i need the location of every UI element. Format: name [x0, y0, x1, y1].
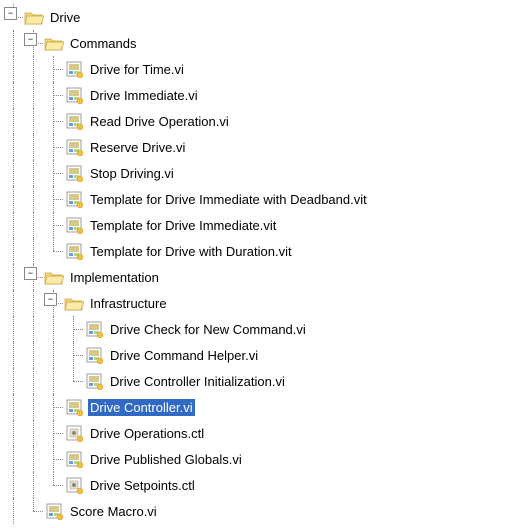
- folder-implementation[interactable]: − Implementation: [4, 264, 519, 290]
- vi-icon: [84, 320, 104, 338]
- vi-icon: [64, 398, 84, 416]
- tree-item[interactable]: Drive Check for New Command.vi: [4, 316, 519, 342]
- vi-icon: [64, 138, 84, 156]
- tree-item[interactable]: Template for Drive Immediate.vit: [4, 212, 519, 238]
- vi-icon: [64, 112, 84, 130]
- expand-toggle[interactable]: −: [4, 7, 17, 20]
- tree-item-label: Drive: [48, 9, 82, 26]
- folder-drive[interactable]: − Drive: [4, 4, 519, 30]
- vi-icon: [44, 502, 64, 520]
- tree-item[interactable]: Drive Setpoints.ctl: [4, 472, 519, 498]
- tree-item-label: Template for Drive Immediate.vit: [88, 217, 278, 234]
- tree-item-label: Reserve Drive.vi: [88, 139, 187, 156]
- tree-item-label: Drive Operations.ctl: [88, 425, 206, 442]
- tree-item-label: Read Drive Operation.vi: [88, 113, 231, 130]
- vi-icon: [84, 372, 104, 390]
- folder-icon: [24, 8, 44, 26]
- tree-item-label: Drive for Time.vi: [88, 61, 186, 78]
- tree-item-label: Drive Setpoints.ctl: [88, 477, 197, 494]
- expand-toggle[interactable]: −: [24, 33, 37, 46]
- folder-icon: [64, 294, 84, 312]
- tree-item[interactable]: Stop Driving.vi: [4, 160, 519, 186]
- ctl-icon: [64, 424, 84, 442]
- vi-icon: [64, 86, 84, 104]
- tree-item-label: Drive Published Globals.vi: [88, 451, 244, 468]
- tree-item-label: Score Macro.vi: [68, 503, 159, 520]
- folder-commands[interactable]: − Commands: [4, 30, 519, 56]
- tree-item[interactable]: Template for Drive with Duration.vit: [4, 238, 519, 264]
- tree-item[interactable]: Reserve Drive.vi: [4, 134, 519, 160]
- tree-item[interactable]: Read Drive Operation.vi: [4, 108, 519, 134]
- tree-item-label: Drive Command Helper.vi: [108, 347, 260, 364]
- tree-item[interactable]: Drive Operations.ctl: [4, 420, 519, 446]
- tree-item[interactable]: Drive for Time.vi: [4, 56, 519, 82]
- tree-item[interactable]: Drive Published Globals.vi: [4, 446, 519, 472]
- vit-icon: [64, 190, 84, 208]
- tree-item-label: Drive Controller Initialization.vi: [108, 373, 287, 390]
- vi-icon: [64, 450, 84, 468]
- tree-item-label: Stop Driving.vi: [88, 165, 176, 182]
- tree-item[interactable]: Score Macro.vi: [4, 498, 519, 524]
- tree-item-label: Commands: [68, 35, 138, 52]
- tree-item[interactable]: Template for Drive Immediate with Deadba…: [4, 186, 519, 212]
- tree-item[interactable]: Drive Controller.vi: [4, 394, 519, 420]
- ctl-icon: [64, 476, 84, 494]
- folder-infrastructure[interactable]: − Infrastructure: [4, 290, 519, 316]
- tree-item-label: Infrastructure: [88, 295, 169, 312]
- vi-icon: [64, 164, 84, 182]
- vit-icon: [64, 242, 84, 260]
- tree-item-label: Template for Drive Immediate with Deadba…: [88, 191, 369, 208]
- folder-icon: [44, 34, 64, 52]
- tree-item-label: Drive Controller.vi: [88, 399, 195, 416]
- tree-item-label: Implementation: [68, 269, 161, 286]
- tree-item-label: Drive Check for New Command.vi: [108, 321, 308, 338]
- tree-item-label: Drive Immediate.vi: [88, 87, 200, 104]
- vit-icon: [64, 216, 84, 234]
- tree-item[interactable]: Drive Controller Initialization.vi: [4, 368, 519, 394]
- tree-item-label: Template for Drive with Duration.vit: [88, 243, 294, 260]
- tree-item[interactable]: Drive Command Helper.vi: [4, 342, 519, 368]
- expand-toggle[interactable]: −: [44, 293, 57, 306]
- vi-icon: [64, 60, 84, 78]
- tree-item[interactable]: Drive Immediate.vi: [4, 82, 519, 108]
- folder-icon: [44, 268, 64, 286]
- vi-icon: [84, 346, 104, 364]
- expand-toggle[interactable]: −: [24, 267, 37, 280]
